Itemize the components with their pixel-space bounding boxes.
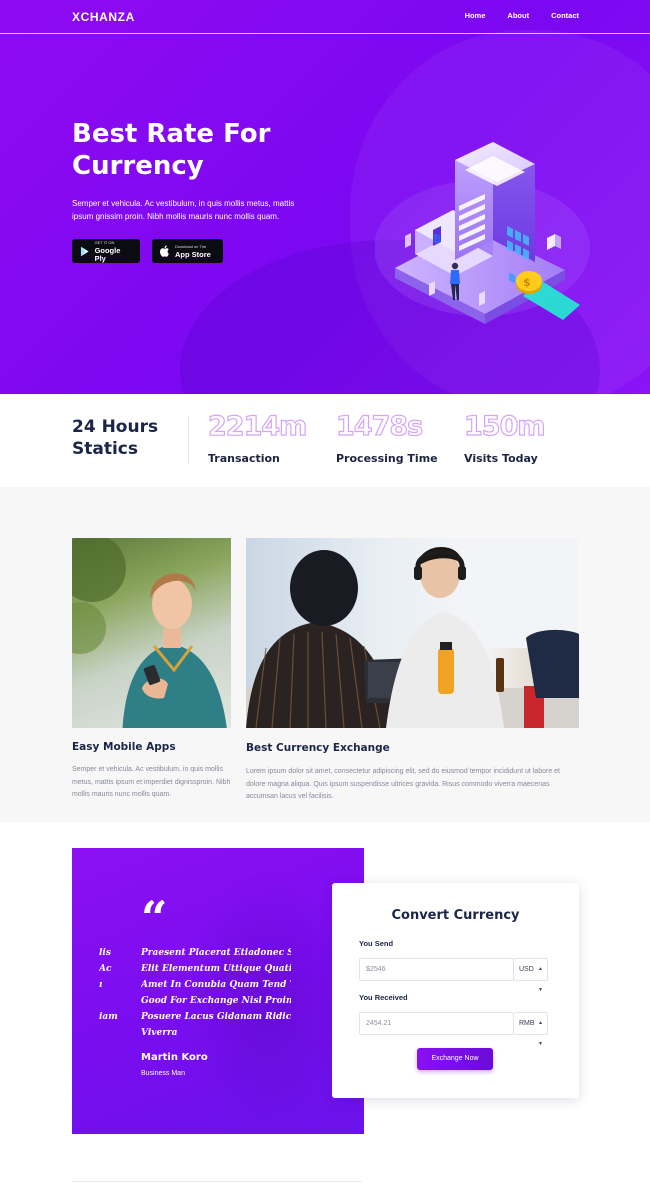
apple-button-label: App Store <box>175 250 211 259</box>
fragment-line <box>99 993 121 1009</box>
stat-value: 2214m <box>207 410 307 442</box>
exchange-now-button[interactable]: Exchange Now <box>417 1048 493 1070</box>
stats-section: 24 Hours Statics 2214m Transaction 1478s… <box>0 394 650 487</box>
caret-updown-icon: ▲ ▼ <box>538 1020 543 1047</box>
woman-with-phone-image <box>72 538 227 728</box>
stat-label: Visits Today <box>464 452 538 465</box>
feature-title-mobile-apps: Easy Mobile Apps <box>72 741 176 753</box>
caret-updown-icon: ▲ ▼ <box>538 966 543 993</box>
nav-contact-link[interactable]: Contact <box>551 11 579 20</box>
hero-description: Semper et vehicula. Ac vestibulum, in qu… <box>72 199 295 221</box>
isometric-building-illustration: ₿ $ <box>375 142 590 324</box>
stat-label: Transaction <box>208 452 280 465</box>
received-currency-value: RMB <box>519 1020 535 1027</box>
stats-divider <box>188 416 189 464</box>
app-store-button[interactable]: Download on The App Store <box>152 239 223 263</box>
footer-divider <box>72 1181 362 1182</box>
fragment-line: lis <box>99 948 111 958</box>
hero-section: XCHANZA Home About Contact Best Rate For… <box>0 0 650 394</box>
testimonial-quote: Praesent Placerat Etiadonec Sollicitudin… <box>141 945 291 1041</box>
nav-about-link[interactable]: About <box>507 11 529 20</box>
fragment-line: iam <box>99 1012 118 1022</box>
nav-home-link[interactable]: Home <box>465 11 486 20</box>
stat-label: Processing Time <box>336 452 438 465</box>
stat-visits-today: 150m Visits Today <box>463 410 546 465</box>
testimonial-author-role: Business Man <box>141 1070 185 1077</box>
quote-line: Posuere Lacus Gidanam Ridiculus <box>141 1012 291 1022</box>
top-navbar: XCHANZA Home About Contact <box>0 0 650 34</box>
received-currency-select[interactable]: RMB ▲ ▼ <box>514 1012 548 1047</box>
apple-icon <box>160 245 169 257</box>
send-amount-input[interactable]: $2546 <box>359 958 514 981</box>
svg-text:₿: ₿ <box>433 233 441 245</box>
woman-with-phone-photo <box>72 538 231 728</box>
send-currency-select[interactable]: USD ▲ ▼ <box>514 958 548 993</box>
testimonial-author-name: Martin Koro <box>141 1052 208 1063</box>
feature-text-mobile-apps: Semper et vehicula. Ac vestibulum, in qu… <box>72 766 231 798</box>
people-with-laptops-photo <box>246 538 579 728</box>
feature-title-currency-exchange: Best Currency Exchange <box>246 742 390 754</box>
features-section: Easy Mobile Apps Semper et vehicula. Ac … <box>0 487 650 822</box>
feature-text-currency-exchange: Lorem ipsum dolor sit amet, consectetur … <box>246 768 560 800</box>
stat-transaction: 2214m Transaction <box>207 410 307 465</box>
hero-title: Best Rate For Currency <box>72 119 271 181</box>
you-received-label: You Received <box>359 993 408 1002</box>
stat-value: 150m <box>463 410 546 442</box>
google-button-label: Google Ply <box>94 246 121 263</box>
quote-line: Viverra <box>141 1028 178 1038</box>
play-triangle-icon <box>80 246 89 256</box>
people-with-laptops-image <box>246 538 579 728</box>
received-amount-input[interactable]: 2454.21 <box>359 1012 514 1035</box>
svg-text:$: $ <box>523 276 531 289</box>
brand-logo[interactable]: XCHANZA <box>72 10 135 24</box>
stat-processing-time: 1478s Processing Time <box>335 410 438 465</box>
stats-title: 24 Hours Statics <box>72 417 159 459</box>
quote-line: Praesent Placerat Etiadonec Sollicitudin <box>141 948 291 958</box>
stat-value: 1478s <box>335 410 423 442</box>
converter-title: Convert Currency <box>391 908 520 923</box>
google-play-button[interactable]: GET IT ON Google Ply <box>72 239 140 263</box>
send-currency-value: USD <box>519 966 534 973</box>
currency-converter-card: Convert Currency You Send $2546 USD ▲ ▼ Y… <box>332 883 579 1098</box>
testimonial-card: “ lis Ac ı iam Praesent Placerat Etiadon… <box>72 848 364 1134</box>
quote-line: Amet In Conubia Quam Tend Tincidunt <box>141 980 291 990</box>
fragment-line: Ac <box>99 964 112 974</box>
main-nav: Home About Contact <box>465 11 579 20</box>
quote-line: Elit Elementum Uttique Quatique Porta <box>141 964 291 974</box>
quote-line: Good For Exchange Nisl Proin Odio <box>141 996 291 1006</box>
fragment-line: ı <box>99 980 103 990</box>
previous-testimonial-fragment: lis Ac ı iam <box>99 945 121 1025</box>
you-send-label: You Send <box>359 939 394 948</box>
quote-icon: “ <box>141 891 168 945</box>
